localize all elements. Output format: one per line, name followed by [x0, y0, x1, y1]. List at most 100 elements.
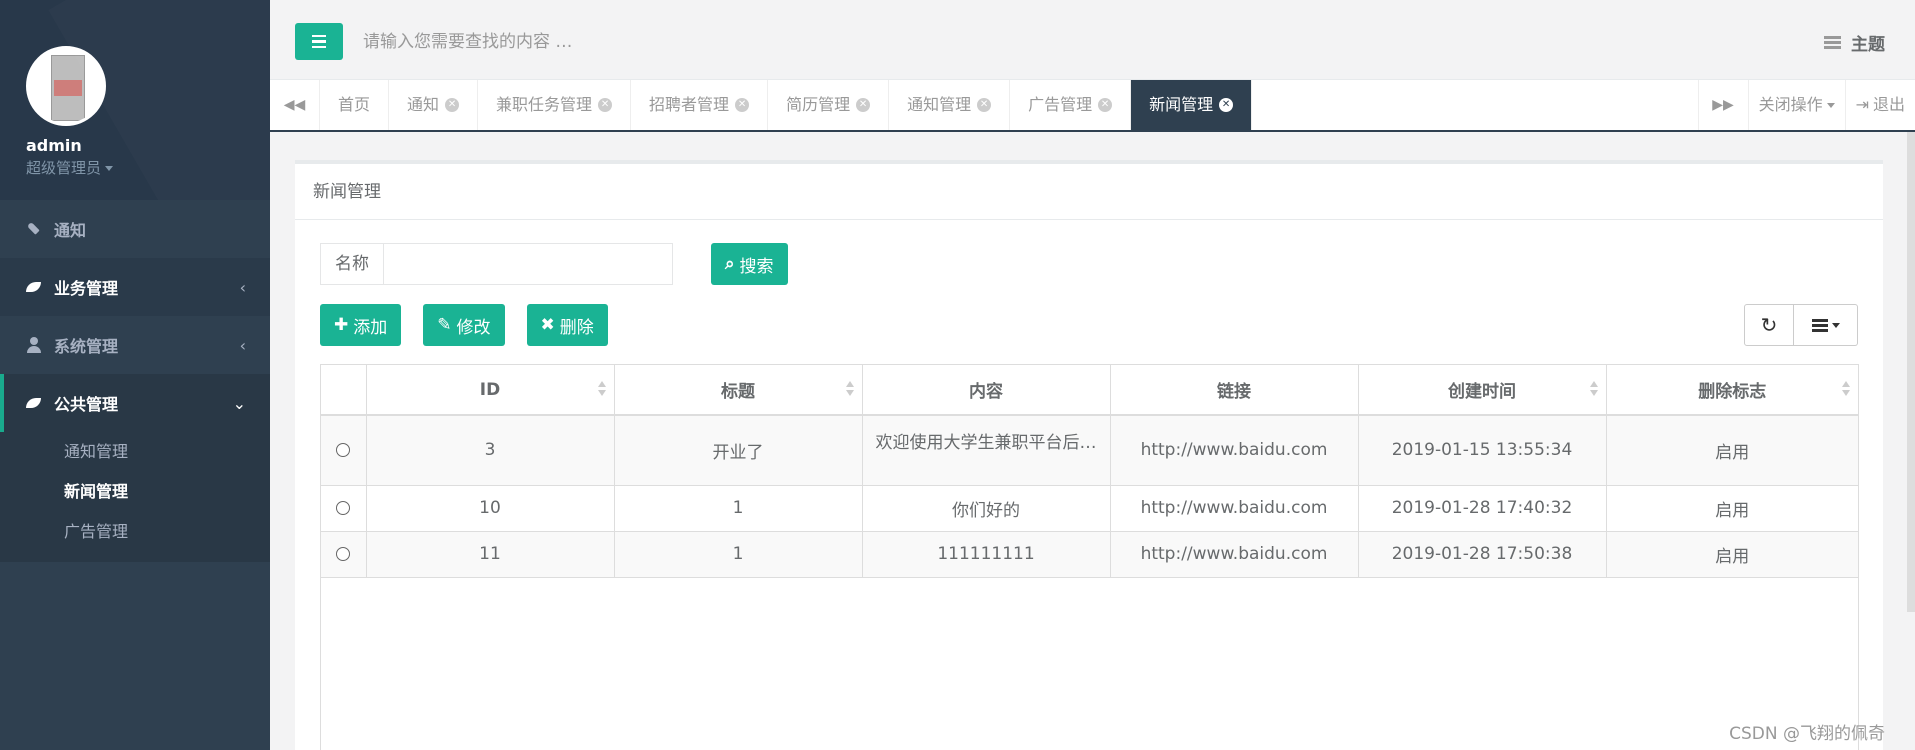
sidebar-item-label: 通知 [54, 221, 87, 240]
scrollbar[interactable] [1907, 132, 1915, 612]
leaf-icon [26, 395, 42, 411]
close-icon[interactable]: ✕ [445, 98, 460, 112]
sidebar-item-business[interactable]: 业务管理 ‹ [0, 258, 270, 316]
tabs-scroll-left-button[interactable]: ◀◀ [270, 80, 320, 130]
sort-icon[interactable] [1842, 381, 1850, 399]
times-icon: ✖ [540, 315, 555, 335]
close-operations-dropdown[interactable]: 关闭操作 [1747, 80, 1845, 130]
sidebar-item-notice[interactable]: 通知 [0, 200, 270, 258]
row-select-cell [321, 485, 367, 532]
sidebar-item-label: 业务管理 [54, 279, 119, 298]
table-row[interactable]: 11 1 111111111 http://www.baidu.com 2019… [321, 531, 1858, 578]
global-search-input[interactable] [363, 26, 963, 58]
refresh-icon: ↻ [1760, 313, 1778, 337]
column-header-delete-flag[interactable]: 删除标志 [1606, 365, 1858, 416]
column-header-content: 内容 [862, 365, 1111, 416]
news-table: ID 标题 内容 链接 创建时间 删除标志 3 开业了 欢迎使用大学生兼职平台后… [320, 364, 1859, 750]
sidebar-item-system[interactable]: 系统管理 ‹ [0, 316, 270, 374]
tab-label: 新闻管理 [1149, 95, 1214, 114]
column-header-label: 内容 [969, 382, 1003, 402]
tabs-scroll-right-button[interactable]: ▶▶ [1697, 80, 1748, 130]
tab-notice-manage[interactable]: 通知管理 ✕ [889, 80, 1011, 130]
close-icon[interactable]: ✕ [1219, 98, 1234, 112]
refresh-button[interactable]: ↻ [1744, 304, 1794, 346]
chevron-down-icon: ⌄ [232, 393, 246, 413]
tab-news-manage[interactable]: 新闻管理 ✕ [1131, 80, 1253, 130]
avatar[interactable] [26, 46, 106, 126]
add-button[interactable]: ✚ 添加 [320, 304, 402, 346]
user-icon [26, 337, 42, 353]
sort-icon[interactable] [597, 381, 606, 399]
edit-button[interactable]: ✎ 修改 [423, 304, 505, 346]
tab-notice[interactable]: 通知 ✕ [389, 80, 479, 130]
theme-icon [1824, 36, 1841, 49]
sidebar-subitem-notice-manage[interactable]: 通知管理 [0, 432, 270, 472]
cell-title: 开业了 [614, 415, 863, 486]
tab-label: 兼职任务管理 [496, 95, 593, 114]
page-tabs: 首页 通知 ✕ 兼职任务管理 ✕ 招聘者管理 ✕ 简历管理 ✕ 通知管理 ✕ 广告管理 ✕ … [320, 80, 1253, 130]
column-header-label: 链接 [1217, 382, 1251, 402]
close-icon[interactable]: ✕ [735, 98, 750, 112]
cell-id: 3 [366, 415, 615, 486]
cell-link: http://www.baidu.com [1110, 415, 1359, 486]
tab-home[interactable]: 首页 [320, 80, 390, 130]
close-icon[interactable]: ✕ [598, 98, 613, 112]
cell-content: 你们好的 [862, 485, 1111, 532]
columns-toggle-button[interactable] [1794, 304, 1858, 346]
tab-label: 广告管理 [1028, 95, 1093, 114]
search-icon: ⌕ [725, 254, 735, 274]
table-header-row: ID 标题 内容 链接 创建时间 删除标志 [321, 365, 1858, 416]
sort-icon[interactable] [845, 381, 854, 399]
role-dropdown[interactable]: 超级管理员 [26, 157, 270, 178]
list-icon [1811, 318, 1828, 332]
edit-button-label: 修改 [456, 317, 491, 338]
table-row[interactable]: 10 1 你们好的 http://www.baidu.com 2019-01-2… [321, 485, 1858, 532]
tab-recruiter[interactable]: 招聘者管理 ✕ [631, 80, 769, 130]
cell-created: 2019-01-15 13:55:34 [1358, 415, 1607, 486]
column-header-created[interactable]: 创建时间 [1358, 365, 1607, 416]
theme-label: 主题 [1851, 35, 1885, 55]
table-row[interactable]: 3 开业了 欢迎使用大学生兼职平台后… http://www.baidu.com… [321, 415, 1858, 486]
rocket-icon [23, 218, 46, 241]
chevron-left-icon: ‹ [239, 277, 246, 297]
tabs-actions: ▶▶ 关闭操作 ⇥ 退出 [1697, 80, 1915, 130]
cell-delete-flag: 启用 [1606, 485, 1858, 532]
tab-parttime-task[interactable]: 兼职任务管理 ✕ [478, 80, 632, 130]
tab-label: 简历管理 [786, 95, 851, 114]
name-input[interactable] [383, 243, 673, 285]
tab-label: 通知管理 [907, 95, 972, 114]
row-radio[interactable] [336, 443, 351, 457]
sidebar-subitem-news-manage[interactable]: 新闻管理 [0, 472, 270, 512]
row-radio[interactable] [336, 547, 351, 561]
column-header-label: 创建时间 [1448, 382, 1516, 402]
sidebar-item-public[interactable]: 公共管理 ⌄ [0, 374, 270, 432]
delete-button[interactable]: ✖ 删除 [526, 304, 608, 346]
close-icon[interactable]: ✕ [977, 98, 992, 112]
cell-delete-flag: 启用 [1606, 415, 1858, 486]
add-button-label: 添加 [353, 317, 388, 338]
logout-label: 退出 [1872, 95, 1905, 114]
logout-button[interactable]: ⇥ 退出 [1844, 80, 1915, 130]
sort-icon[interactable] [1589, 381, 1598, 399]
tab-ad-manage[interactable]: 广告管理 ✕ [1010, 80, 1132, 130]
plus-icon: ✚ [334, 315, 349, 335]
watermark: CSDN @飞翔的佩奇 [1729, 724, 1885, 744]
close-icon[interactable]: ✕ [856, 98, 871, 112]
theme-button[interactable]: 主题 [1824, 30, 1885, 55]
cell-id: 10 [366, 485, 615, 532]
close-icon[interactable]: ✕ [1098, 98, 1113, 112]
tab-resume[interactable]: 简历管理 ✕ [768, 80, 890, 130]
top-navbar: 主题 [270, 0, 1915, 80]
row-radio[interactable] [336, 501, 351, 515]
action-toolbar: ✚ 添加 ✎ 修改 ✖ 删除 [320, 304, 608, 346]
column-header-title[interactable]: 标题 [614, 365, 863, 416]
user-profile: admin 超级管理员 [0, 0, 270, 200]
row-select-cell [321, 531, 367, 578]
menu-toggle-button[interactable] [295, 23, 343, 60]
sidebar-subitem-ad-manage[interactable]: 广告管理 [0, 512, 270, 552]
column-header-id[interactable]: ID [366, 365, 615, 416]
chevron-left-icon: ‹ [239, 335, 246, 355]
search-button[interactable]: ⌕ 搜索 [711, 243, 788, 285]
column-header-link: 链接 [1110, 365, 1359, 416]
delete-button-label: 删除 [559, 317, 594, 338]
